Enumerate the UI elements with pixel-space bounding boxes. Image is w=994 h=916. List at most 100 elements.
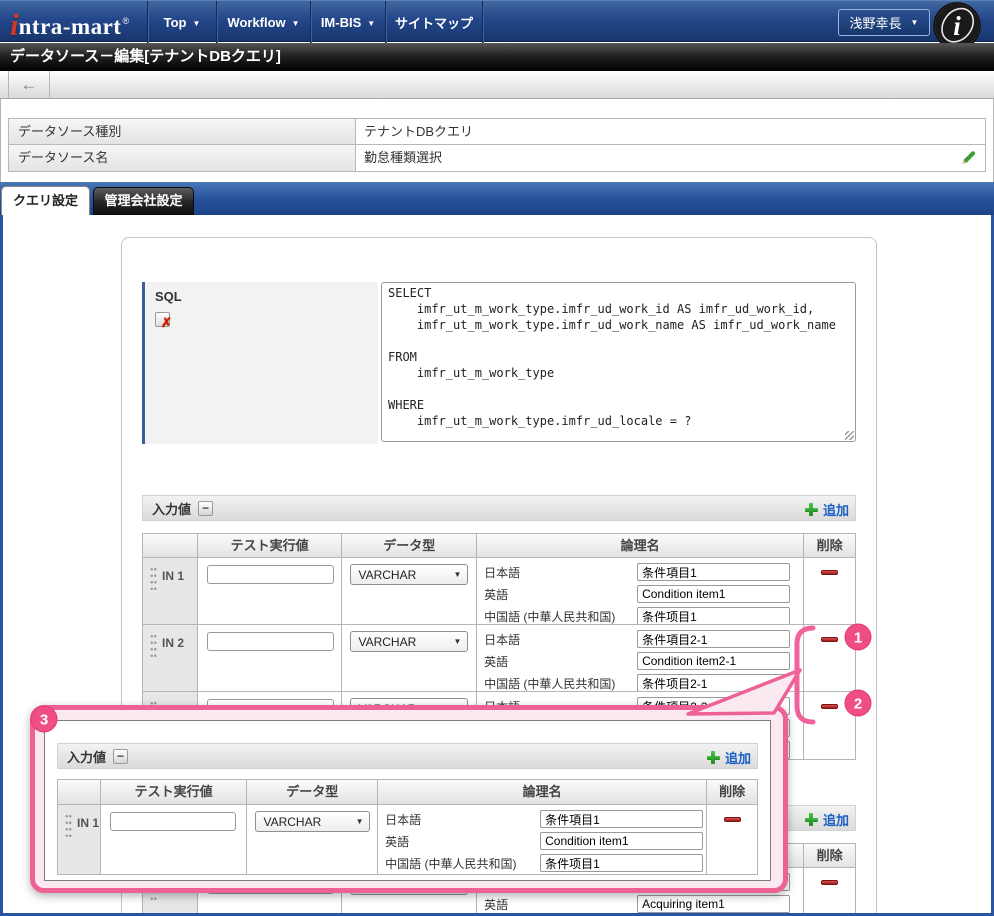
col-data-type: データ型	[342, 534, 477, 557]
logo-i-glyph: i	[10, 9, 19, 40]
delete-row-button[interactable]	[724, 817, 741, 822]
lang-label: 日本語	[385, 811, 540, 828]
add-input-row-link[interactable]: 追加	[805, 496, 849, 522]
chevron-down-icon: ▼	[454, 570, 462, 579]
col-test-value: テスト実行値	[198, 534, 343, 557]
test-value-input[interactable]	[207, 632, 334, 651]
datasource-name-label: データソース名	[9, 145, 356, 171]
lang-label: 中国語 (中華人民共和国)	[484, 675, 637, 692]
datasource-form: データソース種別 テナントDBクエリ データソース名 勤怠種類選択	[8, 118, 986, 172]
tab-bar: クエリ設定 管理会社設定	[0, 182, 994, 215]
chevron-down-icon: ▼	[292, 19, 300, 28]
page-title: データソース－編集[テナントDBクエリ]	[0, 43, 994, 71]
popup-input-values-section-bar: 入力値 − 追加	[57, 743, 758, 769]
form-row-type: データソース種別 テナントDBクエリ	[9, 119, 985, 145]
sql-label: SQL	[155, 289, 378, 304]
table-row-in1: IN 1 VARCHAR▼ 日本語 英語 中国語 (中華人民共和国)	[58, 805, 757, 874]
menu-top[interactable]: Top▼	[147, 1, 216, 43]
delete-row-button[interactable]	[821, 704, 838, 709]
row-id: IN 2	[162, 636, 184, 691]
red-x-icon: ✗	[161, 315, 172, 331]
logical-name-input[interactable]	[637, 585, 790, 603]
delete-row-button[interactable]	[821, 637, 838, 642]
lang-label: 英語	[484, 896, 637, 913]
page-border-left	[0, 99, 1, 183]
logical-name-input[interactable]	[540, 810, 703, 828]
col-delete: 削除	[804, 534, 855, 557]
lang-label: 英語	[484, 653, 637, 670]
toolbar: ←	[0, 71, 994, 99]
col-test-value: テスト実行値	[101, 780, 248, 804]
content-border-left	[0, 215, 3, 916]
sql-label-cell: SQL ✗	[142, 282, 378, 444]
popup-input-values-table: テスト実行値 データ型 論理名 削除 IN 1 VARCHAR▼ 日本語 英語 …	[57, 779, 758, 875]
lang-label: 英語	[385, 833, 540, 850]
sql-textarea[interactable]: SELECT imfr_ut_m_work_type.imfr_ud_work_…	[381, 282, 856, 442]
delete-row-button[interactable]	[821, 880, 838, 885]
lang-label: 英語	[484, 586, 637, 603]
logical-name-input[interactable]	[637, 607, 790, 624]
logical-name-input[interactable]	[540, 854, 703, 872]
menu-sitemap[interactable]: サイトマップ	[385, 1, 482, 43]
delete-row-button[interactable]	[821, 570, 838, 575]
table-row-in2: IN 2 VARCHAR▼ 日本語 英語 中国語 (中華人民共和国)	[143, 625, 855, 692]
test-value-input[interactable]	[207, 565, 334, 584]
menu-workflow[interactable]: Workflow▼	[216, 1, 310, 43]
add-output-row-link[interactable]: 追加	[805, 806, 849, 832]
col-logical-name: 論理名	[477, 534, 804, 557]
logical-name-input[interactable]	[637, 895, 790, 913]
lang-label: 日本語	[484, 564, 637, 581]
lang-label: 日本語	[484, 631, 637, 648]
data-type-select[interactable]: VARCHAR▼	[350, 631, 468, 652]
page: intra-mart® Top▼ Workflow▼ IM-BIS▼ サイトマッ…	[0, 0, 994, 916]
drag-handle-icon[interactable]	[65, 813, 72, 839]
row-id: IN 1	[162, 569, 184, 624]
form-row-name: データソース名 勤怠種類選択	[9, 145, 985, 171]
back-arrow-icon: ←	[21, 75, 38, 95]
collapse-button[interactable]: −	[198, 501, 213, 516]
col-data-type: データ型	[247, 780, 378, 804]
logical-name-input[interactable]	[540, 832, 703, 850]
table-header-row: テスト実行値 データ型 論理名 削除	[143, 534, 855, 558]
chevron-down-icon: ▼	[911, 18, 919, 27]
datasource-type-value: テナントDBクエリ	[356, 119, 985, 144]
data-type-select[interactable]: VARCHAR▼	[255, 811, 370, 832]
data-type-select[interactable]: VARCHAR▼	[350, 564, 468, 585]
logical-name-input[interactable]	[637, 652, 790, 670]
annotation-popup: 入力値 − 追加 テスト実行値 データ型 論理名 削除 IN 1	[30, 705, 788, 893]
input-values-title: 入力値	[152, 499, 191, 518]
chevron-down-icon: ▼	[192, 19, 200, 28]
nav-divider	[482, 1, 483, 43]
drag-handle-icon[interactable]	[150, 633, 157, 659]
test-value-input[interactable]	[110, 812, 236, 831]
chevron-down-icon: ▼	[367, 19, 375, 28]
logical-name-input[interactable]	[637, 630, 790, 648]
edit-pencil-icon[interactable]	[959, 149, 977, 167]
sql-clear-icon[interactable]: ✗	[155, 312, 170, 327]
intra-mart-logo: intra-mart®	[10, 4, 129, 40]
tab-query-settings[interactable]: クエリ設定	[1, 186, 90, 215]
datasource-type-label: データソース種別	[9, 119, 356, 144]
logical-name-input[interactable]	[637, 674, 790, 691]
drag-handle-icon[interactable]	[150, 566, 157, 592]
logical-name-input[interactable]	[637, 563, 790, 581]
add-input-row-link[interactable]: 追加	[707, 744, 751, 770]
lang-label: 中国語 (中華人民共和国)	[484, 608, 637, 625]
svg-text:i: i	[953, 11, 961, 41]
lang-label: 中国語 (中華人民共和国)	[385, 855, 540, 872]
col-delete: 削除	[804, 844, 855, 867]
chevron-down-icon: ▼	[454, 637, 462, 646]
plus-icon	[707, 751, 720, 764]
col-delete: 削除	[707, 780, 757, 804]
menu-im-bis[interactable]: IM-BIS▼	[310, 1, 385, 43]
tab-admin-company-settings[interactable]: 管理会社設定	[93, 187, 194, 215]
user-menu-button[interactable]: 浅野幸長▼	[838, 9, 930, 36]
input-values-section-bar: 入力値 − 追加	[142, 495, 856, 521]
popup-input-values-title: 入力値	[67, 747, 106, 766]
resize-grip-icon[interactable]	[845, 431, 854, 440]
collapse-button[interactable]: −	[113, 749, 128, 764]
back-button[interactable]: ←	[8, 71, 50, 98]
plus-icon	[805, 813, 818, 826]
plus-icon	[805, 503, 818, 516]
datasource-name-value: 勤怠種類選択	[356, 145, 985, 171]
